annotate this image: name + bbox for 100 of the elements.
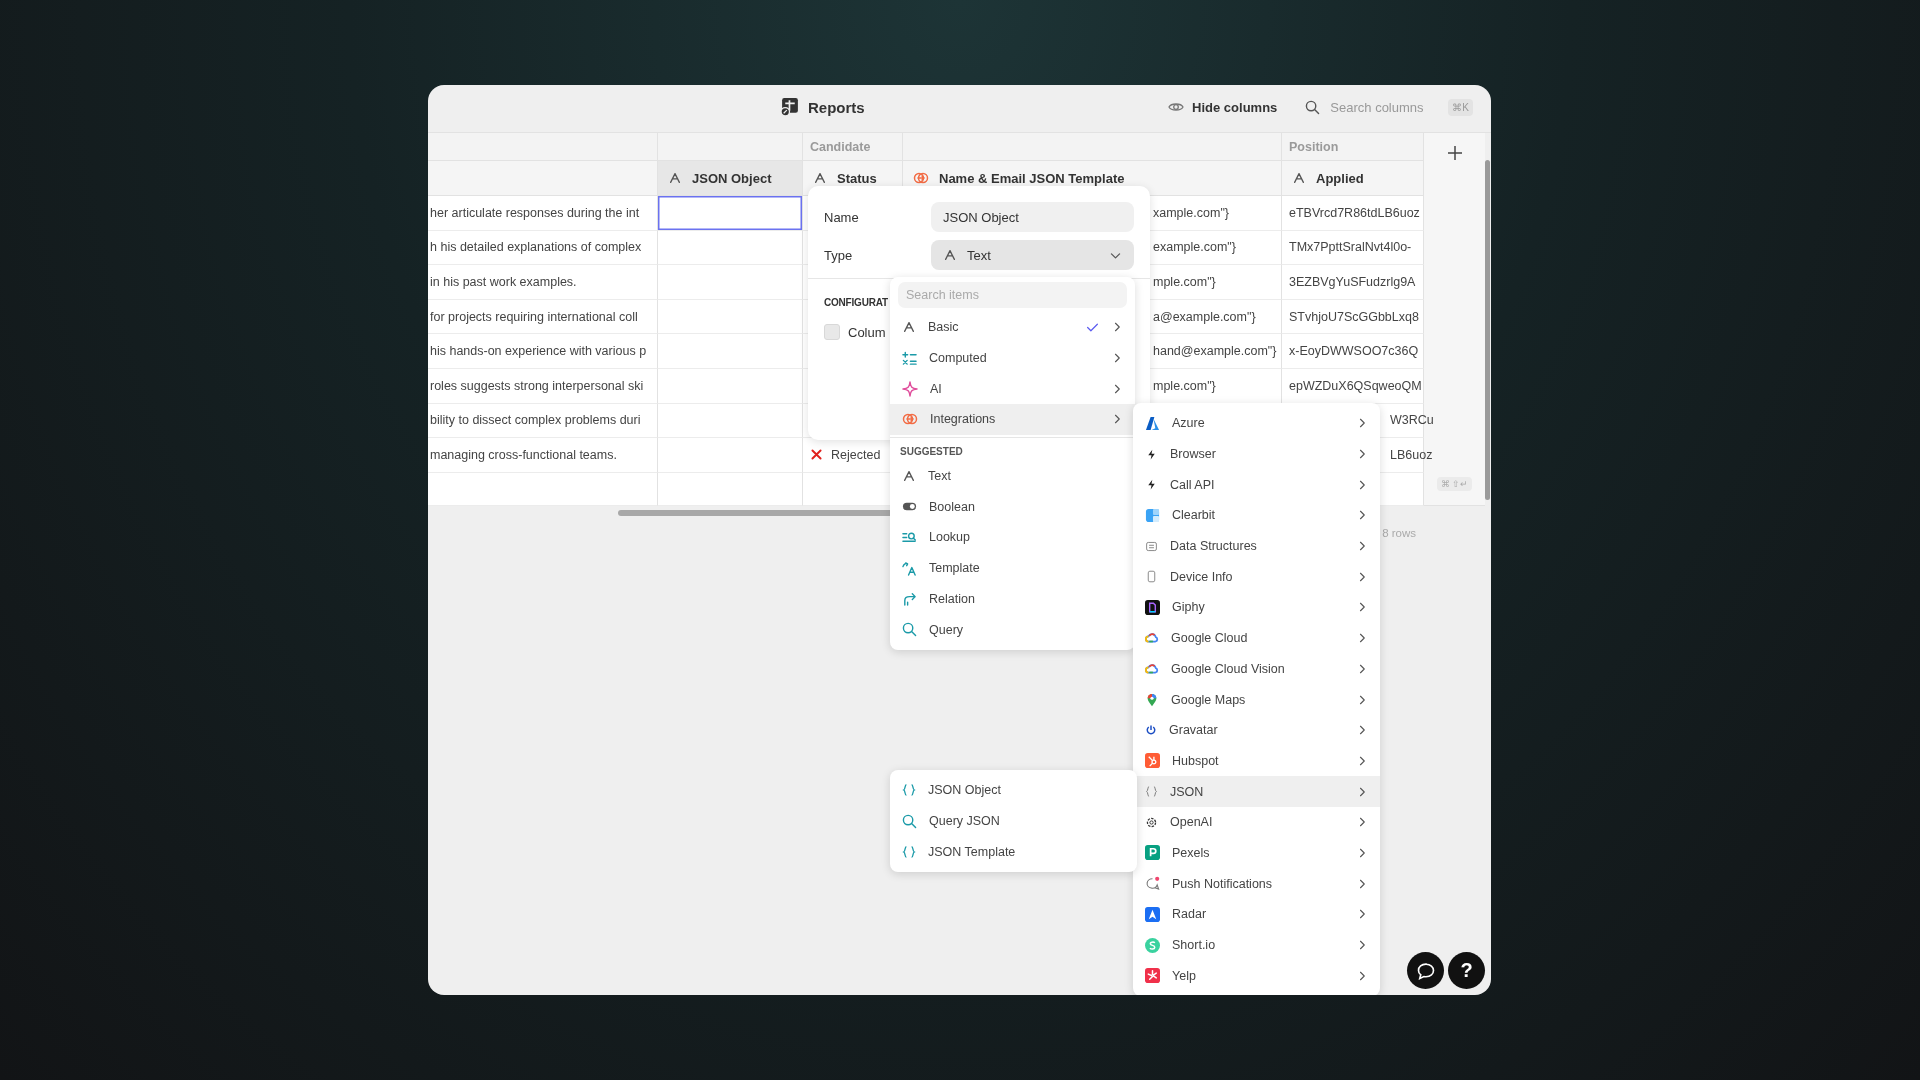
menu-item[interactable]: Basic <box>890 312 1135 343</box>
table-cell: bility to dissect complex problems duri <box>430 413 641 428</box>
menu-item[interactable]: Radar <box>1133 899 1380 930</box>
text-type-icon <box>902 469 916 484</box>
text-type-icon <box>813 171 827 185</box>
menu-item[interactable]: AI <box>890 373 1135 405</box>
menu-item[interactable]: Query <box>890 614 1135 645</box>
menu-item[interactable]: Azure <box>1133 408 1380 439</box>
braces-icon <box>902 783 916 798</box>
menu-item[interactable]: Short.io <box>1133 929 1380 961</box>
table-cell: eTBVrcd7R86tdLB6uoz <box>1289 205 1420 220</box>
menu-item[interactable]: Push Notifications <box>1133 868 1380 899</box>
menu-item[interactable]: Text <box>890 460 1135 492</box>
table-cell[interactable] <box>658 403 803 439</box>
menu-item[interactable]: Hubspot <box>1133 745 1380 777</box>
name-field[interactable]: JSON Object <box>931 202 1134 232</box>
group-header: Position <box>1282 133 1424 161</box>
plus-times-list-icon <box>902 350 917 366</box>
menu-item[interactable]: Computed <box>890 342 1135 374</box>
table-cell: epWZDuX6QSqweoQM <box>1289 378 1422 393</box>
text-type-icon <box>1292 171 1306 185</box>
menu-item[interactable]: Device Info <box>1133 561 1380 593</box>
table-cell: W3RCu <box>1390 413 1434 428</box>
menu-item[interactable]: Google Cloud <box>1133 622 1380 654</box>
search-field[interactable]: Search items <box>898 282 1127 308</box>
column-header[interactable]: Applied <box>1282 161 1424 196</box>
checkbox[interactable] <box>824 324 840 340</box>
menu-item[interactable]: Google Maps <box>1133 684 1380 715</box>
table-cell[interactable] <box>658 299 803 335</box>
help-button[interactable]: ? <box>1448 952 1485 989</box>
plus-icon <box>1446 145 1463 161</box>
circle-logo-icon <box>1145 937 1160 953</box>
navigation-arrow-icon <box>1145 906 1160 922</box>
menu-item[interactable]: Gravatar <box>1133 714 1380 746</box>
menu-item[interactable]: Giphy <box>1133 592 1380 623</box>
menu-item[interactable]: Boolean <box>890 491 1135 523</box>
table-cell[interactable] <box>658 230 803 266</box>
row-count: 8 rows <box>1382 527 1416 539</box>
table-cell: LB6uoz <box>1390 447 1433 462</box>
menu-item[interactable]: Google Cloud Vision <box>1133 653 1380 685</box>
search-icon <box>902 813 917 829</box>
menu-item[interactable]: Yelp <box>1133 960 1380 992</box>
menu-item[interactable]: Relation <box>890 583 1135 615</box>
table-cell[interactable] <box>658 334 803 369</box>
flower-logo-icon <box>1145 815 1158 829</box>
table-cell[interactable] <box>658 196 803 231</box>
table-cell: STvhjoU7ScGGbbLxq8 <box>1289 309 1419 324</box>
shortcut-key: ⌘ ⇧↵ <box>1436 477 1473 491</box>
hub-logo-icon <box>1145 753 1160 769</box>
column-header[interactable]: JSON Object <box>658 161 803 196</box>
window-title: Reports <box>808 98 865 116</box>
text-type-icon <box>668 171 682 185</box>
table-cell: roles suggests strong interpersonal ski <box>430 378 644 393</box>
chat-bubble-icon <box>1145 876 1160 892</box>
scrollbar[interactable] <box>1485 160 1490 500</box>
table-cell: xample.com"} <box>1153 205 1229 220</box>
hide-columns-button[interactable]: Hide columns <box>1162 95 1284 119</box>
menu-item[interactable]: Integrations <box>890 404 1135 435</box>
text-type-icon <box>902 320 916 335</box>
file-logo-icon <box>1145 599 1160 615</box>
arrow-circle-icon <box>913 170 929 186</box>
section-title: CONFIGURAT <box>824 297 888 308</box>
chat-button[interactable] <box>1407 952 1444 989</box>
sparkle-icon <box>902 380 918 397</box>
table-cell: managing cross-functional teams. <box>430 447 617 462</box>
menu-item[interactable]: Data Structures <box>1133 530 1380 562</box>
search-icon <box>902 622 917 638</box>
table-cell: TMx7PpttSralNvt4l0o- <box>1289 240 1412 255</box>
cloud-icon <box>1145 661 1159 676</box>
table-cell: h his detailed explanations of complex <box>430 240 642 255</box>
table-cell: in his past work examples. <box>430 275 577 289</box>
menu-item[interactable]: Call API <box>1133 469 1380 501</box>
table-cell: hand@example.com"} <box>1153 344 1277 359</box>
menu-item[interactable]: Clearbit <box>1133 500 1380 531</box>
triangle-logo-icon <box>1145 415 1160 431</box>
menu-item[interactable]: Lookup <box>890 522 1135 553</box>
square-logo-icon <box>1145 507 1160 523</box>
field-label: Type <box>824 247 853 263</box>
report-icon <box>780 97 800 117</box>
status-label: Rejected <box>831 447 881 462</box>
type-select[interactable]: Text <box>931 240 1134 270</box>
text-type-icon <box>943 248 957 262</box>
table-cell: x-EoyDWWSOO7c36Q <box>1289 344 1419 359</box>
curved-arrow-icon <box>902 591 917 607</box>
table-cell[interactable] <box>658 265 803 300</box>
search-field[interactable]: Search columns <box>1328 98 1441 116</box>
braces-icon <box>1145 785 1158 799</box>
table-cell: mple.com"} <box>1153 378 1216 393</box>
map-pin-icon <box>1145 692 1159 707</box>
menu-item[interactable]: Template <box>890 552 1135 584</box>
chat-bubble-icon <box>1415 960 1436 981</box>
braces-icon <box>902 844 916 859</box>
table-cell[interactable] <box>658 438 803 473</box>
table-cell: his hands-on experience with various p <box>430 344 647 359</box>
search-icon <box>1305 99 1321 115</box>
table-cell: her articulate responses during the int <box>430 205 640 220</box>
table-cell[interactable] <box>658 368 803 404</box>
table-cell: for projects requiring international coll <box>430 309 638 324</box>
checkbox-label: Colum <box>848 324 886 340</box>
menu-item[interactable]: Browser <box>1133 438 1380 470</box>
